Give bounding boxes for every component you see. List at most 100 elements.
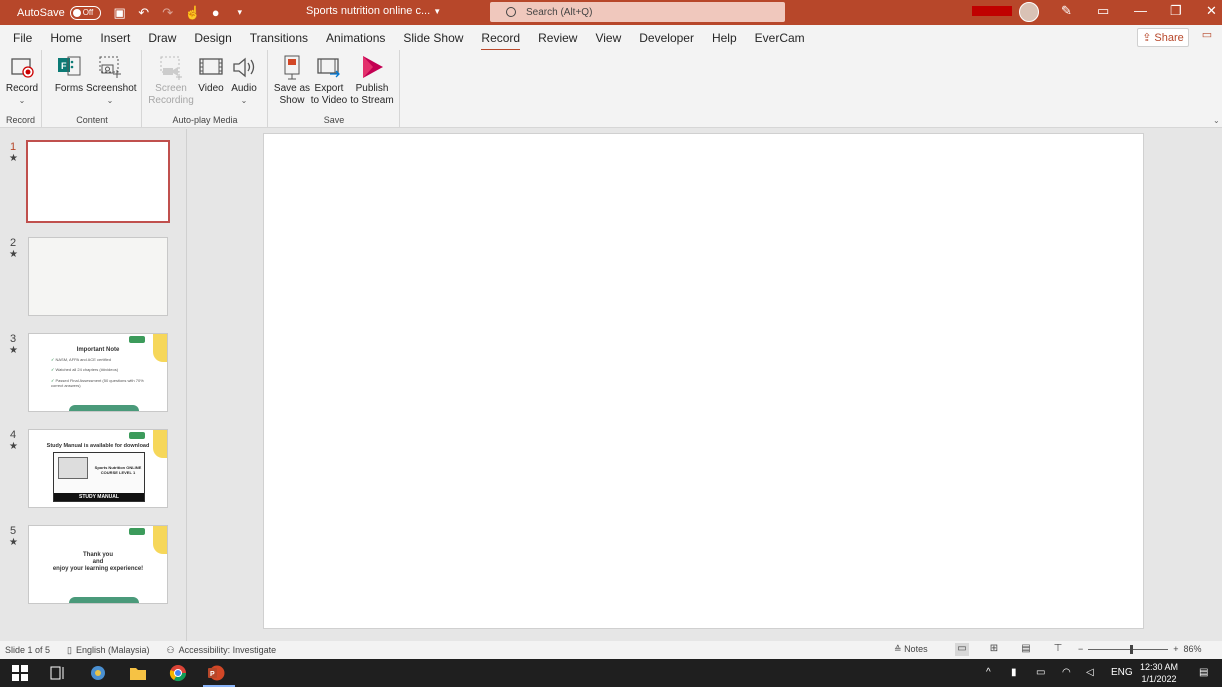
tab-design[interactable]: Design: [194, 29, 231, 47]
save-icon[interactable]: ▣: [113, 5, 127, 21]
accessibility-icon: ⚇: [166, 644, 175, 655]
touch-mode-icon[interactable]: ☝: [185, 5, 201, 21]
notifications-icon[interactable]: ▤: [1199, 667, 1208, 678]
tray-app-icon[interactable]: ▮: [1011, 667, 1017, 678]
volume-icon[interactable]: ◁: [1086, 667, 1094, 678]
slide-show-icon[interactable]: ⊤: [1051, 643, 1065, 656]
slide-thumb-title: Important Note: [76, 347, 120, 353]
publish-to-stream-button[interactable]: Publish to Stream: [349, 54, 395, 107]
zoom-in-icon[interactable]: +: [1173, 644, 1178, 654]
forms-button[interactable]: F Forms: [53, 54, 85, 95]
avatar[interactable]: [1019, 2, 1039, 22]
thank-you-line: Thank you: [82, 552, 113, 558]
slide-thumb-bullet: ✓ Passed Final Assessment (50 questions …: [51, 378, 144, 388]
screen-recording-label-1: Screen: [155, 83, 187, 94]
screen-recording-button[interactable]: Screen Recording: [147, 54, 195, 107]
tab-developer[interactable]: Developer: [639, 29, 694, 47]
search-box[interactable]: Search (Alt+Q): [490, 2, 785, 22]
toggle-knob-icon: [72, 8, 81, 17]
animation-star-icon: ★: [9, 249, 18, 260]
ribbon-expand-icon[interactable]: ⌄: [1213, 116, 1220, 125]
slide-thumbnail[interactable]: Important Note ✓ NASM, AFPA and ACE cert…: [28, 333, 168, 412]
zoom-level[interactable]: 86%: [1184, 644, 1202, 654]
save-as-show-label-1: Save as: [273, 83, 311, 94]
pen-icon[interactable]: ✎: [1061, 3, 1072, 19]
tab-help[interactable]: Help: [712, 29, 737, 47]
animation-star-icon: ★: [9, 345, 18, 356]
group-content: F Forms Screenshot ⌄ Content: [43, 50, 142, 128]
tab-review[interactable]: Review: [538, 29, 577, 47]
powerpoint-icon[interactable]: P: [207, 664, 225, 682]
save-as-show-label-2: Show: [279, 95, 305, 106]
tab-view[interactable]: View: [595, 29, 621, 47]
tab-evercam[interactable]: EverCam: [755, 29, 805, 47]
tab-file[interactable]: File: [13, 29, 32, 47]
slide-thumbnail[interactable]: [26, 140, 170, 223]
accessibility-status[interactable]: ⚇ Accessibility: Investigate: [167, 645, 277, 656]
record-dot-icon[interactable]: ●: [209, 5, 223, 20]
inner-title: Sports Nutrition ONLINE COURSE LEVEL 1: [94, 465, 142, 475]
video-button[interactable]: Video: [197, 54, 225, 95]
language-indicator[interactable]: ▯ English (Malaysia): [67, 645, 149, 656]
audio-button[interactable]: Audio ⌄: [229, 54, 259, 107]
share-button[interactable]: ⇪ Share: [1137, 28, 1189, 47]
export-to-video-button[interactable]: Export to Video: [309, 54, 349, 107]
slide-thumbnail[interactable]: Thank you and enjoy your learning experi…: [28, 525, 168, 604]
task-view-icon[interactable]: [49, 664, 67, 682]
slide-number: 2: [10, 237, 17, 249]
close-icon[interactable]: ✕: [1206, 3, 1217, 19]
battery-icon[interactable]: ▭: [1036, 667, 1045, 678]
tab-transitions[interactable]: Transitions: [250, 29, 308, 47]
app-icon[interactable]: [89, 664, 107, 682]
restore-icon[interactable]: ❐: [1170, 3, 1182, 19]
customize-qat-icon[interactable]: ▾: [233, 7, 247, 18]
redo-icon[interactable]: ↷: [161, 5, 175, 21]
slide-number: 4: [10, 429, 17, 441]
record-button[interactable]: Record ⌄: [5, 54, 39, 107]
screenshot-label: Screenshot: [86, 83, 137, 94]
slide-thumbnail-pane: 1 ★ 2 ★ 3 ★ Important Note ✓ NASM, AFPA …: [0, 129, 187, 641]
tab-insert[interactable]: Insert: [100, 29, 130, 47]
wifi-icon[interactable]: ◠: [1062, 667, 1071, 678]
show-hidden-icons[interactable]: ^: [986, 667, 991, 678]
tab-home[interactable]: Home: [50, 29, 82, 47]
comments-icon[interactable]: ▭: [1196, 28, 1218, 47]
windows-start-icon[interactable]: [11, 664, 29, 682]
publish-label-1: Publish: [355, 83, 389, 94]
ribbon-display-icon[interactable]: ▭: [1097, 3, 1109, 19]
autosave-toggle[interactable]: Off: [69, 5, 101, 20]
minimize-icon[interactable]: —: [1134, 3, 1147, 18]
share-label: Share: [1154, 31, 1184, 44]
logo-icon: [129, 432, 145, 439]
ribbon-tabs: File Home Insert Draw Design Transitions…: [0, 25, 1222, 52]
logo-icon: [129, 336, 145, 343]
tab-record[interactable]: Record: [481, 29, 520, 52]
chrome-icon[interactable]: [169, 664, 187, 682]
zoom-out-icon[interactable]: −: [1078, 644, 1083, 654]
zoom-slider-thumb[interactable]: [1130, 644, 1134, 654]
zoom-slider[interactable]: [1088, 644, 1169, 654]
slide-sorter-icon[interactable]: ⊞: [987, 643, 1001, 656]
undo-icon[interactable]: ↶: [137, 5, 151, 21]
slide-thumbnail[interactable]: [28, 237, 168, 316]
tab-animations[interactable]: Animations: [326, 29, 385, 47]
group-label-save: Save: [323, 115, 345, 125]
slide-counter[interactable]: Slide 1 of 5: [5, 645, 50, 655]
reading-view-icon[interactable]: ▤: [1019, 643, 1033, 656]
notes-button[interactable]: ≙ Notes: [894, 644, 928, 655]
language-tray[interactable]: ENG: [1111, 667, 1133, 678]
file-explorer-icon[interactable]: [129, 664, 147, 682]
clock[interactable]: 12:30 AM 1/1/2022: [1140, 661, 1178, 685]
document-title[interactable]: Sports nutrition online c... ▼: [306, 5, 441, 17]
tab-draw[interactable]: Draw: [148, 29, 176, 47]
forms-icon: F: [56, 54, 82, 80]
screenshot-button[interactable]: Screenshot ⌄: [86, 54, 137, 107]
tab-slide-show[interactable]: Slide Show: [403, 29, 463, 47]
current-slide-canvas[interactable]: [263, 133, 1144, 629]
slide-thumbnail[interactable]: Study Manual is available for download S…: [28, 429, 168, 508]
normal-view-icon[interactable]: ▭: [955, 643, 969, 656]
autosave-control[interactable]: AutoSave Off: [17, 5, 101, 20]
svg-text:F: F: [61, 61, 67, 71]
save-as-show-button[interactable]: Save as Show: [273, 54, 311, 107]
group-save: Save as Show Export to Video Publish to …: [269, 50, 400, 128]
